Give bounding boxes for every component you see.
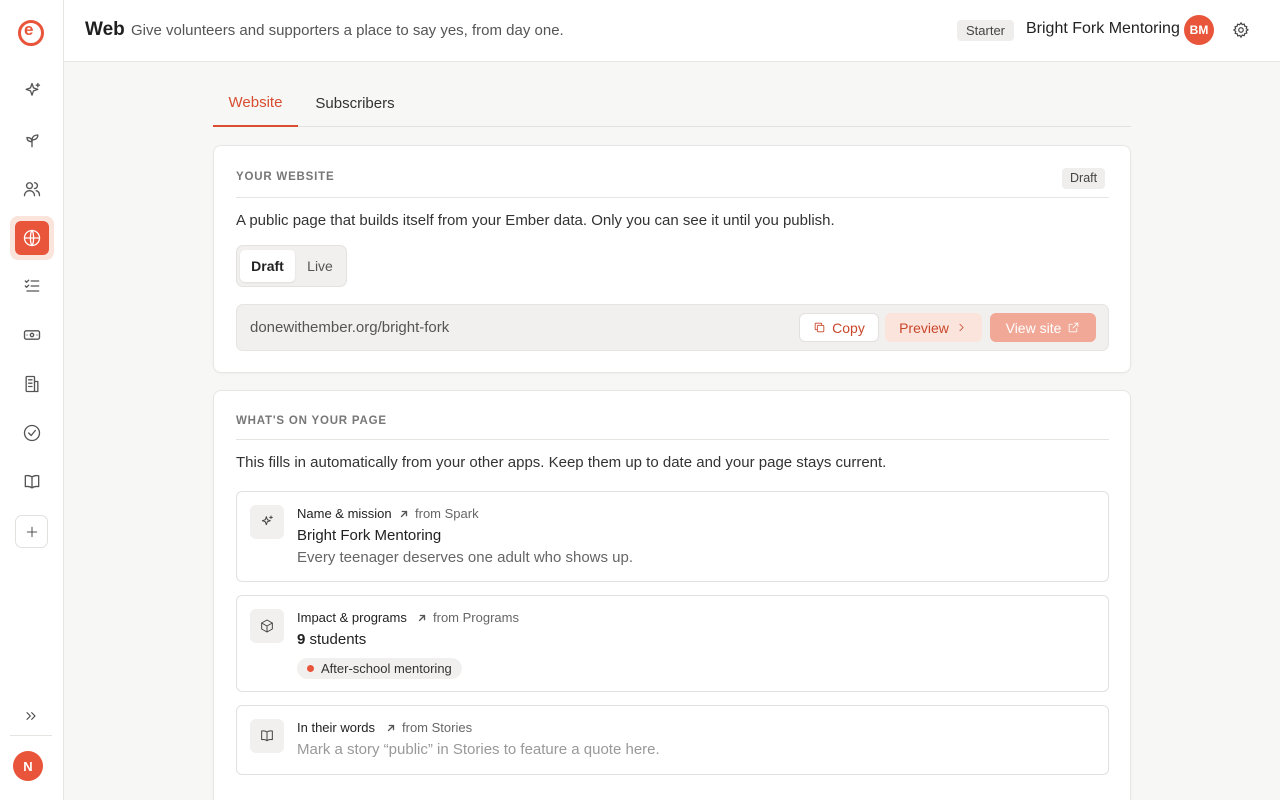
package-icon	[261, 619, 273, 633]
feature-source-label: from Programs	[433, 610, 519, 625]
website-card: YOUR WEBSITE Draft A public page that bu…	[213, 145, 1131, 373]
toggle-live[interactable]: Live	[296, 250, 344, 282]
org-avatar[interactable]: BM	[1184, 15, 1214, 45]
preview-button[interactable]: Preview	[885, 313, 982, 342]
section-label: WHAT'S ON YOUR PAGE	[236, 415, 387, 427]
site-url-bar: donewithember.org/bright-fork Copy Previ…	[236, 304, 1109, 351]
nav-funds[interactable]	[10, 313, 54, 357]
mission-value: Every teenager deserves one adult who sh…	[297, 549, 634, 566]
chevrons-right-icon	[26, 712, 36, 720]
feature-title: Name & mission	[297, 506, 392, 521]
page-subtitle: Give volunteers and supporters a place t…	[131, 22, 564, 39]
nav-stories[interactable]	[10, 460, 54, 504]
sidebar-divider	[10, 735, 52, 736]
feature-source[interactable]: from Spark	[399, 506, 479, 521]
feature-icon-box	[250, 505, 284, 539]
divider	[236, 197, 1109, 198]
page-title: Web	[85, 19, 125, 40]
add-app-button[interactable]	[15, 515, 48, 548]
money-icon	[23, 330, 41, 340]
divider	[236, 439, 1109, 440]
gear-icon	[1232, 21, 1250, 39]
view-site-button[interactable]: View site	[990, 313, 1096, 342]
plan-badge: Starter	[957, 20, 1015, 41]
copy-icon	[814, 322, 825, 333]
feature-source[interactable]: from Programs	[417, 610, 519, 625]
toggle-draft[interactable]: Draft	[240, 250, 295, 282]
nav-spark[interactable]	[10, 69, 54, 113]
sidebar: N	[0, 0, 64, 800]
expand-sidebar-button[interactable]	[21, 706, 41, 726]
feature-name-mission[interactable]: Name & mission from Spark Bright Fork Me…	[236, 491, 1109, 582]
copy-label: Copy	[832, 319, 865, 336]
feature-impact-programs[interactable]: Impact & programs from Programs 9 studen…	[236, 595, 1109, 692]
nav-organizations[interactable]	[10, 362, 54, 406]
nav-people[interactable]	[10, 167, 54, 211]
plus-icon	[26, 526, 37, 537]
tab-website[interactable]: Website	[213, 80, 298, 127]
copy-button[interactable]: Copy	[799, 313, 879, 342]
ember-logo[interactable]	[18, 20, 44, 46]
student-count: 9 students	[297, 631, 366, 648]
section-label: YOUR WEBSITE	[236, 171, 335, 183]
site-url[interactable]: donewithember.org/bright-fork	[250, 319, 449, 336]
arrow-up-right-icon	[400, 510, 408, 517]
feature-title: In their words	[297, 720, 376, 735]
checklist-icon	[24, 279, 40, 292]
user-avatar[interactable]: N	[13, 751, 43, 781]
tab-subscribers[interactable]: Subscribers	[305, 80, 405, 127]
page-content-card: WHAT'S ON YOUR PAGE This fills in automa…	[213, 390, 1131, 800]
preview-label: Preview	[899, 319, 949, 336]
page-description: This fills in automatically from your ot…	[236, 454, 887, 471]
nav-programs[interactable]	[10, 118, 54, 162]
status-badge: Draft	[1062, 168, 1106, 189]
org-name[interactable]: Bright Fork Mentoring	[1026, 20, 1180, 38]
feature-source[interactable]: from Stories	[386, 720, 472, 735]
student-count-unit: students	[309, 631, 367, 648]
top-header: Web Give volunteers and supporters a pla…	[64, 0, 1280, 62]
people-icon	[23, 182, 41, 197]
nav-tasks[interactable]	[10, 264, 54, 308]
feature-in-their-words[interactable]: In their words from Stories Mark a story…	[236, 705, 1109, 775]
sparkle-icon	[261, 515, 273, 526]
program-chip: After-school mentoring	[297, 658, 462, 679]
feature-source-label: from Stories	[402, 720, 473, 735]
chevron-right-icon	[959, 323, 964, 332]
settings-button[interactable]	[1232, 21, 1252, 41]
arrow-up-right-icon	[387, 724, 395, 731]
website-description: A public page that builds itself from yo…	[236, 212, 835, 229]
draft-live-toggle: Draft Live	[236, 245, 347, 287]
nav-web[interactable]	[10, 216, 54, 260]
external-link-icon	[1069, 322, 1079, 333]
arrow-up-right-icon	[418, 614, 426, 621]
feature-source-label: from Spark	[415, 506, 479, 521]
building-icon	[25, 375, 39, 393]
nav-approvals[interactable]	[10, 411, 54, 455]
sparkle-icon	[25, 82, 41, 96]
stories-empty-hint: Mark a story “public” in Stories to feat…	[297, 741, 660, 758]
view-site-label: View site	[1005, 319, 1062, 336]
student-count-number: 9	[297, 631, 306, 648]
sprout-icon	[26, 134, 39, 148]
feature-icon-box	[250, 609, 284, 643]
globe-icon	[23, 229, 41, 247]
book-icon	[261, 730, 273, 742]
feature-icon-box	[250, 719, 284, 753]
book-icon	[24, 474, 40, 489]
check-circle-icon	[23, 424, 41, 442]
org-name-value: Bright Fork Mentoring	[297, 527, 442, 544]
tab-bar: Website Subscribers	[213, 80, 1131, 127]
feature-title: Impact & programs	[297, 610, 407, 625]
